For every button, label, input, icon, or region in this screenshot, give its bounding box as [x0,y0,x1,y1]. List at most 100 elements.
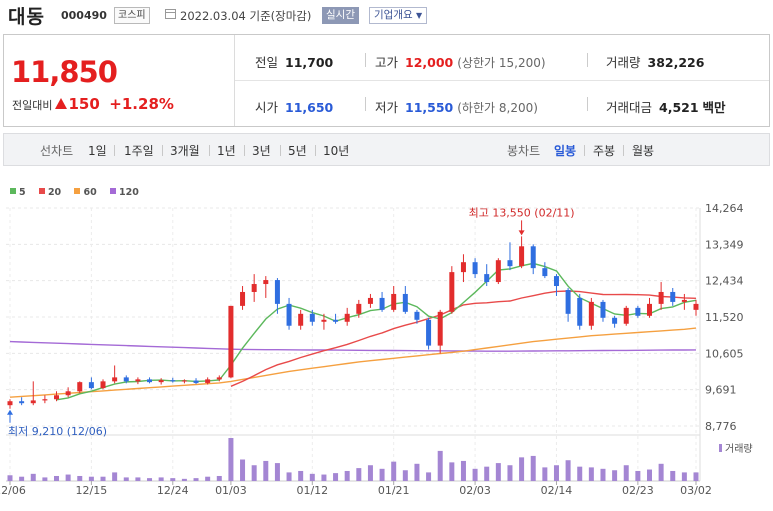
volume-bar [519,457,525,481]
tab-3month[interactable]: 3개월 [170,142,200,159]
candle-body [484,274,490,283]
candle-body [54,395,60,400]
change-amount: 150 [68,95,100,113]
volume-label: 거래량 [606,55,641,70]
x-tick-label: 12/15 [76,484,108,497]
candle-body [181,380,187,382]
volume-bar [693,472,699,481]
tab-line-chart[interactable]: 선차트 [40,142,73,159]
tab-monthly[interactable]: 월봉 [632,142,654,159]
upper-limit: (상한가 15,200) [457,56,546,70]
candle-body [65,391,71,396]
candle-body [333,319,339,322]
volume-legend-swatch [719,444,722,452]
tab-candle-chart[interactable]: 봉차트 [507,142,540,159]
x-tick-label: 01/21 [378,484,410,497]
volume-bar [367,465,373,481]
company-info-label: 기업개요 [374,9,413,21]
tab-1day[interactable]: 1일 [88,142,107,159]
volume-bar [77,475,83,481]
y-tick-label: 8,776 [705,420,737,433]
tab-daily[interactable]: 일봉 [554,142,576,159]
candle-body [216,377,222,380]
x-tick-label: 02/03 [459,484,491,497]
stock-header: 대동 000490 코스피 2022.03.04 기준(장마감) 실시간 기업개… [0,0,773,32]
x-tick-label: 01/03 [215,484,247,497]
candle-body [100,381,106,389]
volume-bar [54,475,60,481]
row-divider [235,80,769,81]
high-arrow-head [518,230,525,236]
volume-label: 거래량 [725,443,753,455]
candle-body [240,291,246,306]
candle-body [112,377,118,382]
divider [584,145,585,156]
candle-body [542,268,548,277]
tab-weekly[interactable]: 주봉 [593,142,615,159]
legend-ma120: 120 [110,187,139,198]
candle-body [635,307,641,316]
volume-bar [7,475,13,481]
legend-ma60: 60 [74,187,97,198]
prev-close: 전일 11,700 [255,52,333,71]
candle-body [251,284,257,292]
candle-body [612,317,618,324]
volume-bar [402,470,408,481]
tab-5year[interactable]: 5년 [288,142,307,159]
volume-bar [263,460,269,481]
tab-10year[interactable]: 10년 [323,142,349,159]
chevron-down-icon: ▼ [415,11,423,20]
candle-body [19,401,25,404]
candle-body [298,313,304,326]
volume-bar [542,467,548,481]
high-annotation: 최고 13,550 (02/11) [469,206,575,219]
candle-body [379,297,385,310]
candle-body [205,379,211,383]
legend-ma20-label: 20 [47,187,62,198]
volume-bar [530,455,536,481]
divider [280,145,281,156]
candle-body [367,297,373,304]
ma5-line [56,262,697,401]
candle-body [147,379,153,383]
candle-body [472,262,478,275]
divider [365,53,366,67]
volume-bar [484,466,490,481]
candle-body [426,319,432,346]
volume-bar [321,474,327,481]
candle-body [553,276,559,287]
volume-bar [460,460,466,481]
tab-3year[interactable]: 3년 [252,142,271,159]
tab-1week[interactable]: 1주일 [124,142,154,159]
volume-bar [426,472,432,481]
volume-bar [681,472,687,481]
change-label: 전일대비 [12,99,53,112]
company-info-dropdown[interactable]: 기업개요 ▼ [369,7,428,24]
quote-summary: 11,850 전일대비 150 +1.28% 전일 11,700 고가 12,000 … [3,34,770,127]
volume-bar [193,478,199,481]
trade-value: 거래대금 4,521 백만 [606,97,726,116]
volume-bar [309,473,315,481]
volume-bar [205,476,211,481]
tab-1year[interactable]: 1년 [217,142,236,159]
candle-body [7,401,13,406]
candle-body [519,246,525,267]
volume-bar [158,477,164,481]
legend-ma60-label: 60 [83,187,97,198]
high-label: 고가 [375,55,399,70]
legend-ma120-label: 120 [119,187,139,198]
up-arrow-icon [55,98,68,109]
legend-ma20: 20 [38,187,62,198]
candle-body [88,382,94,389]
volume-bar [588,467,594,481]
low-annotation: 최저 9,210 (12/06) [8,425,107,438]
candle-body [530,246,536,269]
candlestick-chart[interactable]: 14,264 13,349 12,434 11,520 10,605 9,691 8,776… [0,198,773,511]
candle-body [321,319,327,322]
live-button[interactable]: 실시간 [322,7,359,24]
volume-bar [240,459,246,481]
open-value: 11,650 [285,100,334,115]
legend-ma5-label: 5 [19,187,26,198]
volume-bar [507,465,513,481]
volume-bar [88,476,94,481]
